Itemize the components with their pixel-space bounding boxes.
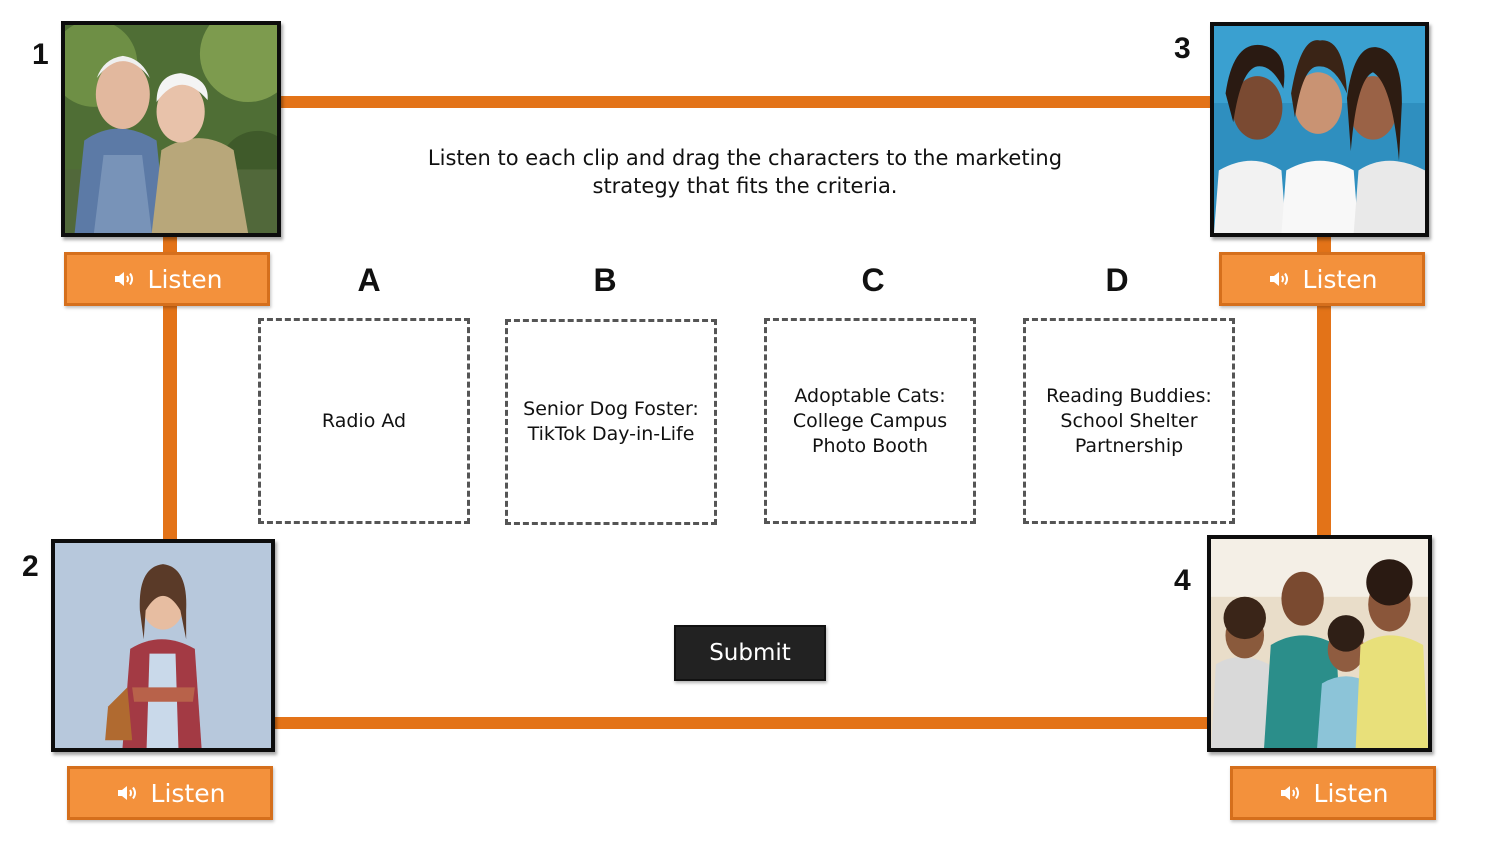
young-woman-photo[interactable] — [51, 539, 275, 752]
listen-button-4[interactable]: Listen — [1230, 766, 1436, 820]
family-photo[interactable] — [1207, 535, 1432, 752]
submit-button[interactable]: Submit — [674, 625, 826, 681]
character-number-4: 4 — [1174, 564, 1191, 597]
connector-right — [1317, 305, 1331, 541]
listen-button-2[interactable]: Listen — [67, 766, 273, 820]
listen-label: Listen — [150, 778, 226, 808]
listen-button-1[interactable]: Listen — [64, 252, 270, 306]
listen-label: Listen — [1302, 264, 1378, 294]
strategy-letter-c: C — [861, 262, 885, 298]
speaker-icon — [112, 267, 136, 291]
three-young-women-photo[interactable] — [1210, 22, 1429, 237]
drop-zone-a[interactable]: Radio Ad — [258, 318, 470, 524]
speaker-icon — [1278, 781, 1302, 805]
strategy-label-b: Senior Dog Foster: TikTok Day-in-Life — [523, 398, 699, 445]
listen-label: Listen — [147, 264, 223, 294]
speaker-icon — [1267, 267, 1291, 291]
listen-button-3[interactable]: Listen — [1219, 252, 1425, 306]
elderly-couple-image — [65, 25, 277, 233]
family-image — [1211, 539, 1428, 748]
strategy-letter-a: A — [357, 262, 381, 298]
instructions-text: Listen to each clip and drag the charact… — [427, 146, 1063, 198]
drop-zone-c[interactable]: Adoptable Cats: College Campus Photo Boo… — [764, 318, 976, 524]
connector-left — [163, 305, 177, 545]
connector-top — [278, 96, 1212, 108]
character-number-2: 2 — [22, 550, 39, 583]
connector-bottom — [272, 717, 1212, 729]
drop-zone-b[interactable]: Senior Dog Foster: TikTok Day-in-Life — [505, 319, 717, 525]
three-young-women-image — [1214, 26, 1425, 233]
activity-stage: 1 Listen 2 Listen 3 Listen 4 Listen List… — [0, 0, 1500, 844]
character-number-3: 3 — [1174, 32, 1191, 65]
listen-label: Listen — [1313, 778, 1389, 808]
strategy-letter-b: B — [593, 262, 617, 298]
strategy-label-a: Radio Ad — [321, 409, 407, 432]
strategy-label-d: Reading Buddies: School Shelter Partners… — [1046, 384, 1212, 457]
strategy-label-c: Adoptable Cats: College Campus Photo Boo… — [792, 384, 948, 457]
young-woman-image — [55, 543, 271, 748]
drop-zone-d[interactable]: Reading Buddies: School Shelter Partners… — [1023, 318, 1235, 524]
character-number-1: 1 — [32, 38, 49, 71]
speaker-icon — [115, 781, 139, 805]
elderly-couple-photo[interactable] — [61, 21, 281, 237]
strategy-letter-d: D — [1105, 262, 1129, 298]
